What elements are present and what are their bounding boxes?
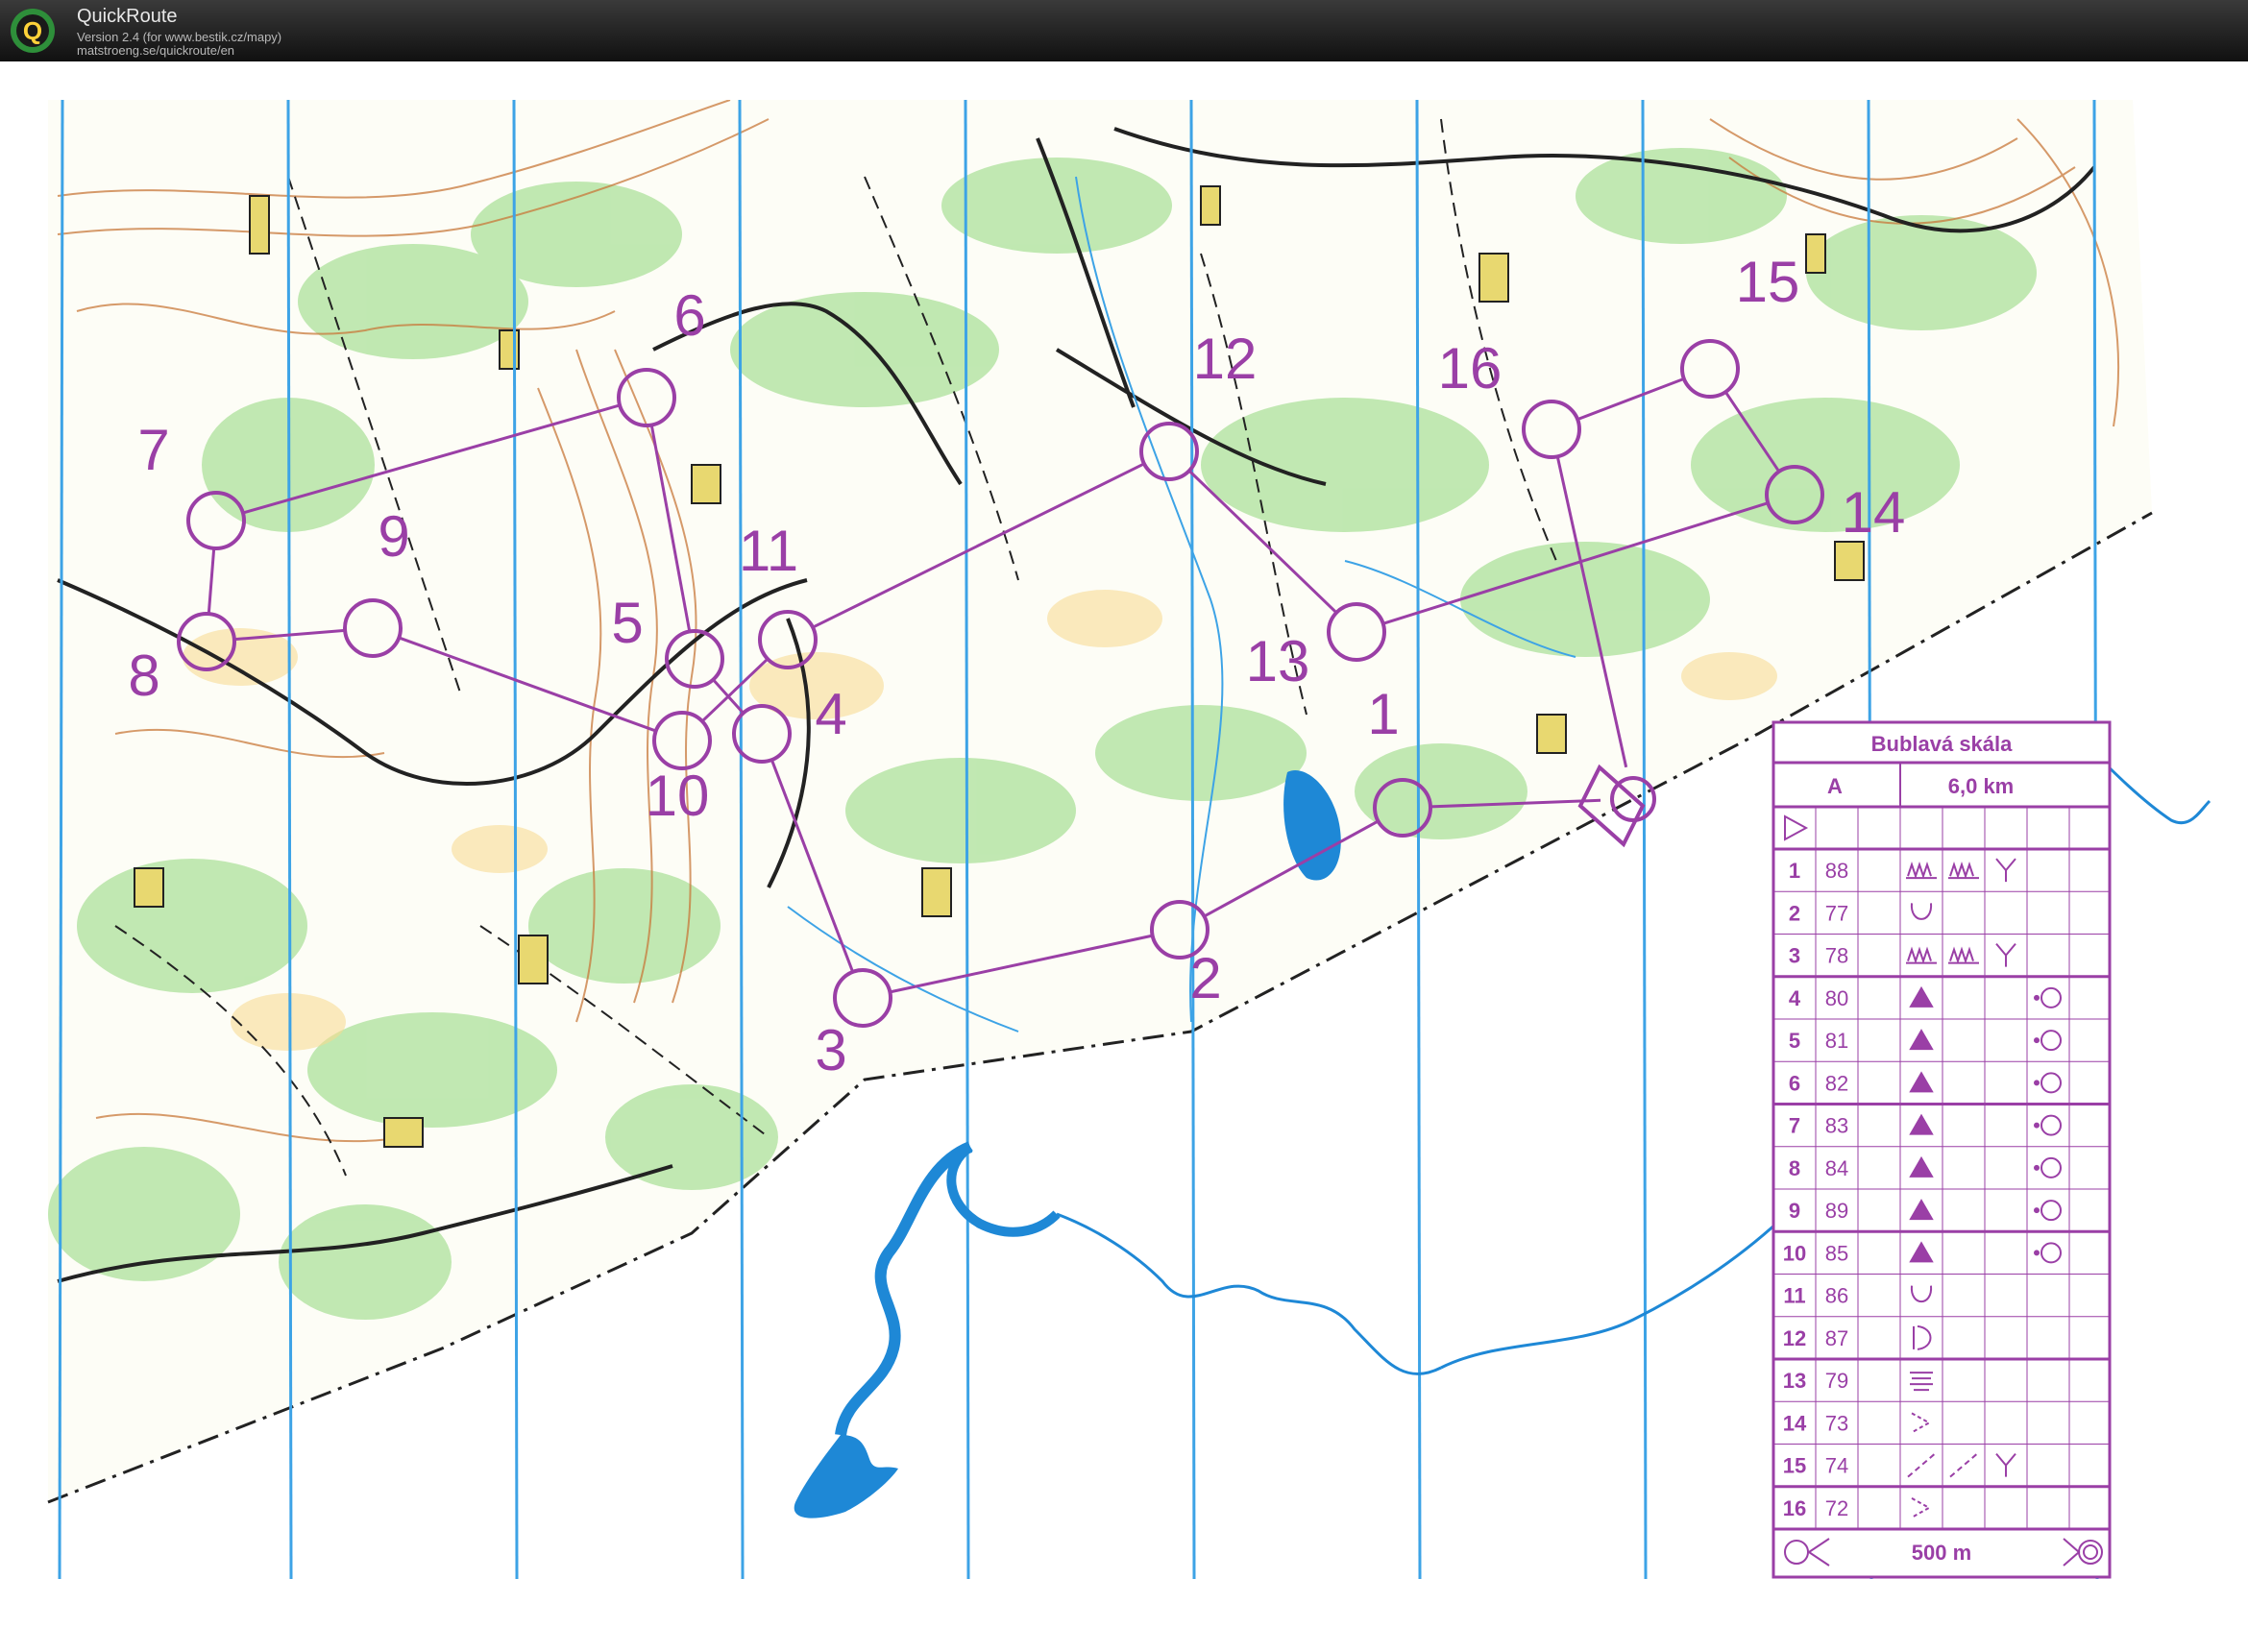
app-version: Version 2.4 (for www.bestik.cz/mapy) [77,30,282,44]
control-number-13: 13 [1246,629,1310,693]
control-number-5: 5 [611,591,643,655]
description-control-number: 2 [1789,901,1800,925]
quickroute-logo-icon: Q [11,9,55,53]
control-number-8: 8 [128,644,159,708]
control-number-12: 12 [1193,327,1258,391]
description-control-code: 84 [1825,1156,1848,1180]
control-number-1: 1 [1367,682,1399,746]
finish-distance: 500 m [1912,1541,1971,1565]
control-number-11: 11 [739,519,798,583]
description-control-code: 85 [1825,1241,1848,1265]
description-control-number: 13 [1783,1369,1806,1393]
description-control-code: 80 [1825,986,1848,1010]
description-control-number: 3 [1789,944,1800,968]
description-control-code: 81 [1825,1029,1848,1053]
title-bar: Q QuickRoute Version 2.4 (for www.bestik… [0,0,2248,61]
description-control-code: 87 [1825,1326,1848,1350]
control-number-7: 7 [137,418,169,482]
control-number-2: 2 [1189,946,1221,1010]
description-control-number: 15 [1783,1454,1806,1478]
description-control-number: 8 [1789,1156,1800,1180]
description-control-number: 10 [1783,1241,1806,1265]
description-control-number: 4 [1789,986,1801,1010]
description-control-code: 73 [1825,1411,1848,1435]
description-control-number: 1 [1789,859,1800,883]
orienteering-map[interactable]: 1 2 3 4 5 6 7 8 9 10 11 12 13 14 15 16 Bublavá skála A … [0,61,2248,1652]
description-control-code: 72 [1825,1496,1848,1520]
course-name: A [1827,774,1843,798]
description-control-number: 5 [1789,1029,1800,1053]
description-control-code: 78 [1825,944,1848,968]
description-control-number: 16 [1783,1496,1806,1520]
control-number-10: 10 [646,764,710,828]
description-control-code: 79 [1825,1369,1848,1393]
description-control-code: 77 [1825,901,1848,925]
logo-letter: Q [23,16,42,45]
description-control-code: 86 [1825,1284,1848,1308]
control-number-14: 14 [1842,480,1906,545]
control-number-9: 9 [378,504,409,569]
description-control-number: 6 [1789,1071,1800,1095]
description-control-code: 83 [1825,1114,1848,1138]
control-number-4: 4 [815,682,846,746]
app-url: matstroeng.se/quickroute/en [77,43,235,58]
course-length: 6,0 km [1948,774,2015,798]
description-control-number: 14 [1783,1411,1807,1435]
control-number-6: 6 [673,283,705,348]
reservoir [794,1435,898,1518]
description-control-number: 11 [1783,1284,1805,1308]
description-control-number: 9 [1789,1199,1800,1223]
description-control-code: 89 [1825,1199,1848,1223]
description-control-code: 82 [1825,1071,1848,1095]
control-number-15: 15 [1736,250,1800,314]
control-number-16: 16 [1438,336,1503,401]
description-control-code: 74 [1825,1454,1848,1478]
control-number-3: 3 [815,1018,846,1082]
description-control-number: 12 [1783,1326,1806,1350]
description-control-number: 7 [1789,1114,1800,1138]
description-control-code: 88 [1825,859,1848,883]
event-name: Bublavá skála [1871,732,2014,756]
control-descriptions: Bublavá skála A 6,0 km 1 882 773 784 805 816 8… [1772,720,2112,1579]
app-title: QuickRoute [77,6,178,27]
